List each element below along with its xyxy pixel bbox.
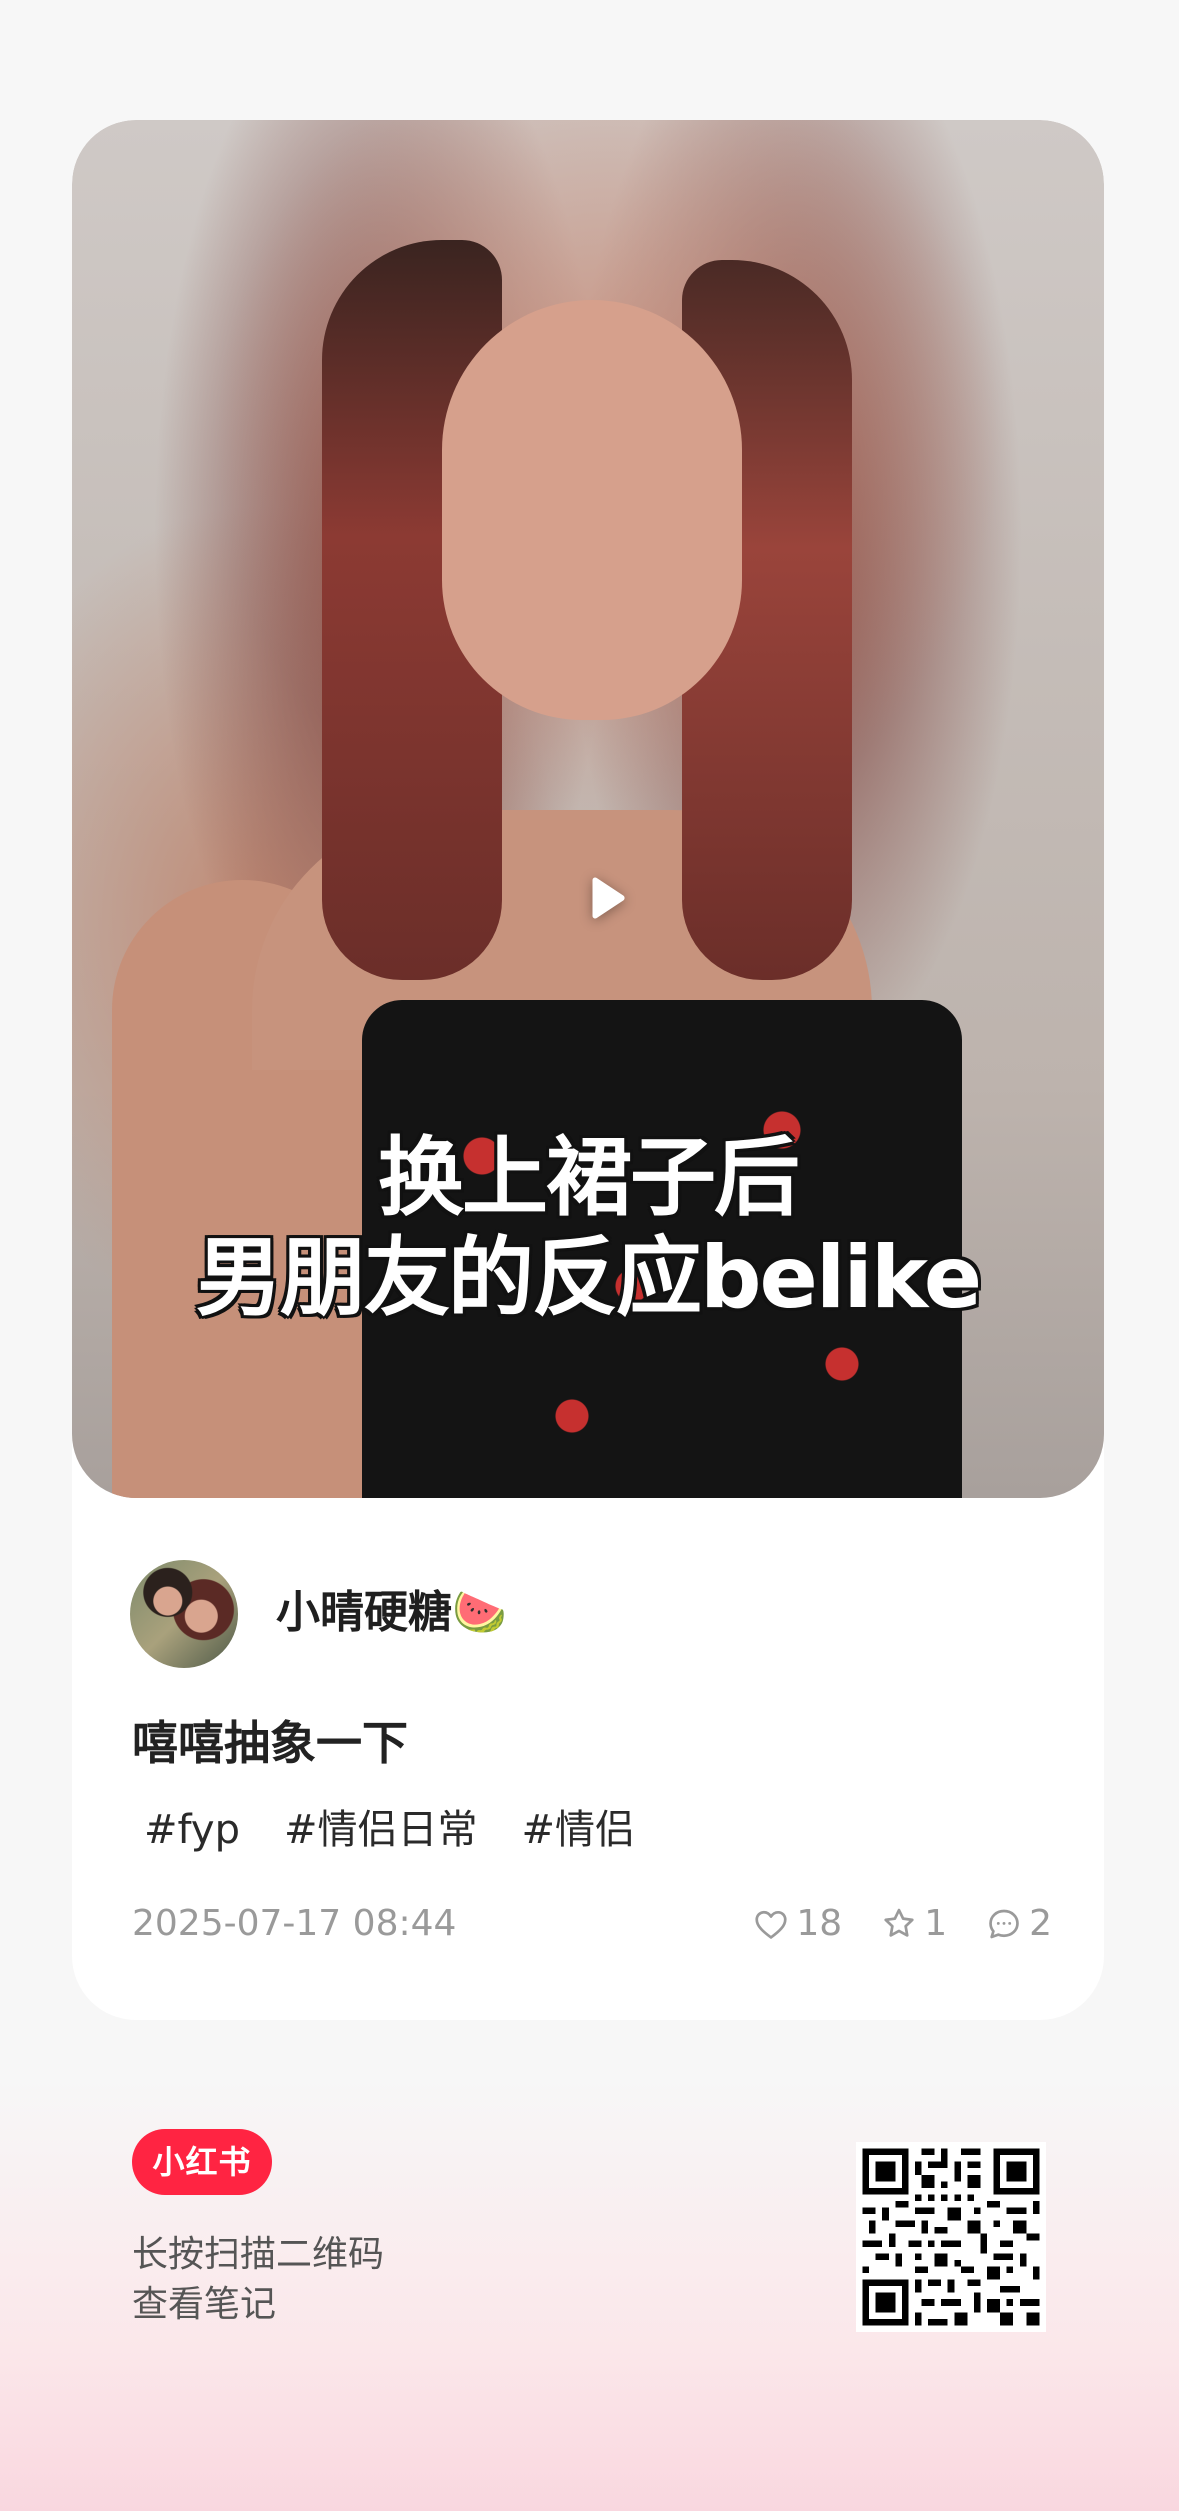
favorite-count: 1 xyxy=(924,1903,948,1944)
play-button[interactable] xyxy=(562,856,648,942)
tag-couple-daily[interactable]: #情侣日常 xyxy=(284,1800,478,1860)
tag-list: #fyp #情侣日常 #情侣 xyxy=(144,1800,635,1860)
author-name[interactable]: 小晴硬糖🍉 xyxy=(276,1583,507,1643)
tag-fyp[interactable]: #fyp xyxy=(144,1800,240,1860)
engagement-stats: 18 1 2 xyxy=(752,1894,1052,1954)
author-avatar[interactable] xyxy=(130,1560,238,1668)
view-note-hint: 查看笔记 xyxy=(132,2284,277,2325)
comment-icon xyxy=(989,1909,1019,1939)
favorite-stat[interactable]: 1 xyxy=(880,1894,947,1954)
publish-date: 2025-07-17 08:44 xyxy=(132,1903,457,1944)
video-cover[interactable]: 换上裙子后 男朋友的反应belike xyxy=(72,120,1104,1498)
qr-code-graphic xyxy=(856,2142,1046,2332)
star-icon xyxy=(884,1908,914,1937)
note-meta-row: 2025-07-17 08:44 18 1 2 xyxy=(132,1894,1052,1954)
comment-count: 2 xyxy=(1029,1903,1052,1944)
tag-couple[interactable]: #情侣 xyxy=(521,1800,635,1860)
like-stat[interactable]: 18 xyxy=(752,1894,842,1954)
cover-caption-line-1: 换上裙子后 xyxy=(378,1128,800,1228)
heart-icon xyxy=(755,1910,787,1939)
xiaohongshu-logo: 小红书 xyxy=(132,2129,272,2195)
comment-stat[interactable]: 2 xyxy=(985,1894,1052,1954)
cover-caption-line-2: 男朋友的反应belike xyxy=(195,1228,982,1328)
note-card[interactable]: 换上裙子后 男朋友的反应belike 小晴硬糖🍉 嘻嘻抽象一下 #fyp #情侣… xyxy=(72,120,1104,2020)
play-icon xyxy=(592,877,625,919)
scan-hint: 长按扫描二维码 xyxy=(132,2234,385,2275)
note-title: 嘻嘻抽象一下 xyxy=(132,1716,408,1770)
cover-face-shape xyxy=(442,300,742,720)
like-count: 18 xyxy=(796,1903,843,1944)
qr-code[interactable] xyxy=(856,2142,1046,2332)
